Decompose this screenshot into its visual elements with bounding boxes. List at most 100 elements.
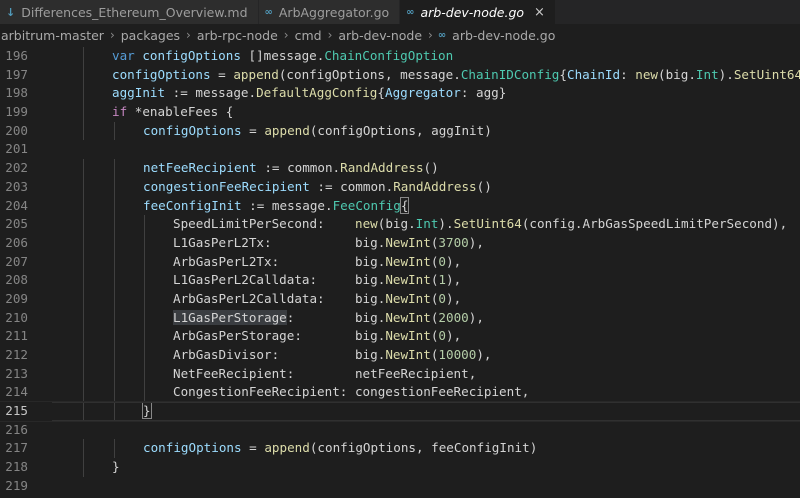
line-number: 206 — [5, 234, 28, 250]
code-editor[interactable]: 196 var configOptions []message.ChainConf… — [0, 47, 800, 498]
indent-guide — [113, 383, 115, 403]
code-line[interactable]: 207 ArbGasPerL2Tx: big.NewInt(0), — [0, 252, 800, 272]
indent-guide — [83, 103, 85, 122]
chevron-right-icon: › — [283, 28, 289, 42]
indent-guide — [143, 289, 145, 309]
breadcrumb-item[interactable]: arb-dev-node.go — [451, 28, 556, 43]
indent-guide — [113, 121, 115, 141]
indent-guide — [143, 233, 145, 253]
code-text: NetFeeRecipient: netFeeRecipient, — [173, 365, 477, 381]
tab-differences-ethereum-overview-md[interactable]: ↓ Differences_Ethereum_Overview.md — [0, 0, 259, 24]
breadcrumb-item[interactable]: arbitrum-master — [0, 28, 105, 43]
breadcrumb-item[interactable]: cmd — [294, 28, 323, 43]
indent-guide — [113, 196, 115, 216]
code-line[interactable]: 203 congestionFeeRecipient := common.Rand… — [0, 177, 800, 197]
code-text: feeConfigInit := message.FeeConfig{ — [143, 196, 410, 214]
tab-label: ArbAggregator.go — [278, 4, 390, 20]
code-line[interactable]: 213 NetFeeRecipient: netFeeRecipient, — [0, 364, 800, 384]
indent-guide — [83, 458, 85, 477]
tab-label: arb-dev-node.go — [420, 4, 525, 20]
go-file-icon: ∞ — [437, 29, 447, 41]
code-line[interactable]: 209 ArbGasPerL2Calldata: big.NewInt(0), — [0, 289, 800, 309]
indent-guide — [113, 439, 115, 459]
indent-guide — [113, 327, 115, 346]
code-line[interactable]: 204 feeConfigInit := message.FeeConfig{ — [0, 196, 800, 216]
code-text: netFeeRecipient := common.RandAddress() — [143, 160, 439, 176]
tab-bar: ↓ Differences_Ethereum_Overview.md ∞ ArbAgg… — [0, 0, 800, 24]
line-number: 210 — [5, 309, 28, 325]
indent-guide — [83, 289, 85, 309]
line-number: 198 — [5, 85, 28, 101]
line-number: 216 — [5, 421, 28, 437]
indent-guide — [83, 196, 85, 216]
code-line[interactable]: 208 L1GasPerL2Calldata: big.NewInt(1), — [0, 271, 800, 290]
code-line[interactable]: 201 — [0, 140, 800, 159]
indent-guide — [83, 47, 85, 66]
code-text: CongestionFeeRecipient: congestionFeeRec… — [173, 384, 530, 400]
indent-guide — [113, 308, 115, 328]
code-line[interactable]: 214 CongestionFeeRecipient: congestionFee… — [0, 383, 800, 403]
indent-guide — [83, 177, 85, 197]
indent-guide — [83, 159, 85, 178]
line-number: 208 — [5, 272, 28, 288]
code-line[interactable]: 210 L1GasPerStorage: big.NewInt(2000), — [0, 308, 800, 328]
code-line[interactable]: 206 L1GasPerL2Tx: big.NewInt(3700), — [0, 233, 800, 253]
code-text: if *enableFees { — [112, 104, 234, 120]
indent-guide — [143, 252, 145, 272]
line-number: 219 — [5, 477, 28, 493]
code-line[interactable]: 200 configOptions = append(configOptions,… — [0, 121, 800, 141]
indent-guide — [143, 327, 145, 346]
line-number: 196 — [5, 48, 28, 63]
code-line[interactable]: 196 var configOptions []message.ChainConf… — [0, 47, 800, 66]
tab-arb-dev-node-go[interactable]: ∞ arb-dev-node.go × — [400, 0, 556, 24]
line-number: 218 — [5, 459, 28, 475]
code-line[interactable]: 215} — [0, 401, 800, 422]
indent-guide — [113, 252, 115, 272]
indent-guide — [113, 364, 115, 384]
line-number: 211 — [5, 328, 28, 344]
code-line[interactable]: 197 configOptions = append(configOptions,… — [0, 65, 800, 85]
breadcrumb-item[interactable]: arb-dev-node — [337, 28, 423, 43]
indent-guide — [83, 84, 85, 104]
breadcrumb-item[interactable]: packages — [120, 28, 181, 43]
code-line[interactable]: 212 ArbGasDivisor: big.NewInt(10000), — [0, 346, 800, 365]
line-number: 213 — [5, 365, 28, 381]
code-line[interactable]: 216 — [0, 421, 800, 440]
breadcrumb-item[interactable]: arb-rpc-node — [196, 28, 279, 43]
code-line[interactable]: 217 configOptions = append(configOptions,… — [0, 439, 800, 459]
line-number: 207 — [5, 253, 28, 269]
code-text: ArbGasPerStorage: big.NewInt(0), — [173, 328, 462, 344]
indent-guide — [83, 271, 85, 290]
code-text: var configOptions []message.ChainConfigO… — [112, 48, 454, 63]
indent-guide — [83, 346, 85, 365]
code-line[interactable]: 202 netFeeRecipient := common.RandAddress… — [0, 159, 800, 178]
indent-guide — [83, 439, 85, 459]
code-line[interactable]: 199 if *enableFees { — [0, 103, 800, 122]
code-line[interactable]: 218} — [0, 458, 800, 477]
indent-guide — [113, 289, 115, 309]
indent-guide — [143, 383, 145, 403]
go-file-icon: ∞ — [264, 6, 273, 18]
tab-arbaggregator-go[interactable]: ∞ ArbAggregator.go — [258, 0, 401, 24]
chevron-right-icon: › — [327, 28, 333, 42]
code-line[interactable]: 211 ArbGasPerStorage: big.NewInt(0), — [0, 327, 800, 346]
code-text: L1GasPerL2Tx: big.NewInt(3700), — [173, 234, 484, 250]
code-text: SpeedLimitPerSecond: new(big.Int).SetUin… — [173, 216, 788, 232]
tab-label: Differences_Ethereum_Overview.md — [21, 4, 248, 20]
indent-guide — [143, 346, 145, 365]
code-line[interactable]: 219 — [0, 477, 800, 496]
close-icon[interactable]: × — [534, 5, 545, 20]
indent-guide — [83, 327, 85, 346]
code-line[interactable]: 198 aggInit := message.DefaultAggConfig{A… — [0, 84, 800, 104]
chevron-right-icon: › — [186, 28, 191, 42]
code-line[interactable]: 205 SpeedLimitPerSecond: new(big.Int).Set… — [0, 215, 800, 234]
indent-guide — [83, 364, 85, 384]
indent-guide — [113, 402, 115, 421]
chevron-right-icon: › — [428, 28, 433, 42]
indent-guide — [143, 271, 145, 290]
go-file-icon: ∞ — [406, 6, 415, 18]
line-number: 203 — [5, 178, 28, 194]
chevron-right-icon: › — [109, 28, 115, 42]
line-number: 205 — [5, 216, 28, 232]
line-number: 204 — [5, 197, 28, 213]
